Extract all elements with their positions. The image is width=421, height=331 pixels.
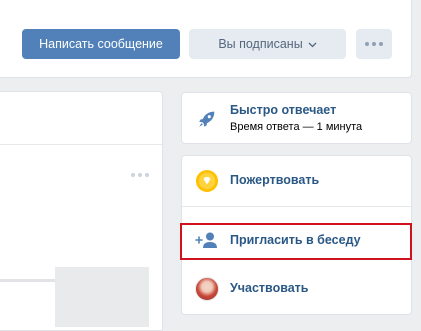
content-placeholder-block — [55, 267, 149, 327]
action-invite-label: Пригласить в беседу — [230, 233, 361, 247]
profile-header-card: Написать сообщение Вы подписаны — [0, 0, 412, 78]
action-invite-to-chat[interactable]: Пригласить в беседу — [182, 224, 411, 258]
action-donate-label: Пожертвовать — [230, 173, 320, 187]
content-placeholder-line — [0, 279, 55, 282]
send-message-label: Написать сообщение — [39, 37, 163, 51]
rocket-icon — [194, 106, 220, 132]
actions-card: Пожертвовать Пригласить в беседу Участво… — [181, 155, 412, 315]
more-dots-icon — [365, 42, 383, 46]
fast-reply-title: Быстро отвечает — [230, 103, 337, 117]
subscribed-label: Вы подписаны — [218, 37, 303, 51]
post-menu-dots-icon[interactable] — [131, 173, 149, 177]
chevron-down-icon — [308, 42, 317, 48]
action-participate-label: Участвовать — [230, 281, 309, 295]
actions-divider — [182, 206, 411, 207]
more-actions-button[interactable] — [356, 29, 392, 59]
add-user-icon — [194, 228, 220, 254]
subscribed-button[interactable]: Вы подписаны — [189, 29, 346, 59]
send-message-button[interactable]: Написать сообщение — [22, 29, 180, 59]
fast-reply-row: Быстро отвечает Время ответа — 1 минута — [182, 93, 411, 145]
donate-coin-icon — [194, 168, 220, 194]
fast-reply-card: Быстро отвечает Время ответа — 1 минута — [181, 92, 412, 144]
avatar — [194, 276, 220, 302]
fast-reply-subtitle: Время ответа — 1 минута — [230, 121, 363, 133]
main-divider — [0, 144, 162, 145]
main-content-card — [0, 91, 163, 331]
action-participate[interactable]: Участвовать — [182, 271, 411, 307]
action-donate[interactable]: Пожертвовать — [182, 156, 411, 206]
